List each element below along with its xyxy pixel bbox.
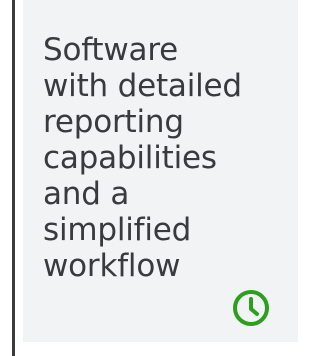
feature-description: Software with detailed reporting capabil… [43, 32, 242, 284]
page: Software with detailed reporting capabil… [0, 0, 302, 356]
clock-icon [231, 288, 271, 328]
vertical-divider [12, 0, 15, 356]
feature-card: Software with detailed reporting capabil… [23, 0, 298, 342]
